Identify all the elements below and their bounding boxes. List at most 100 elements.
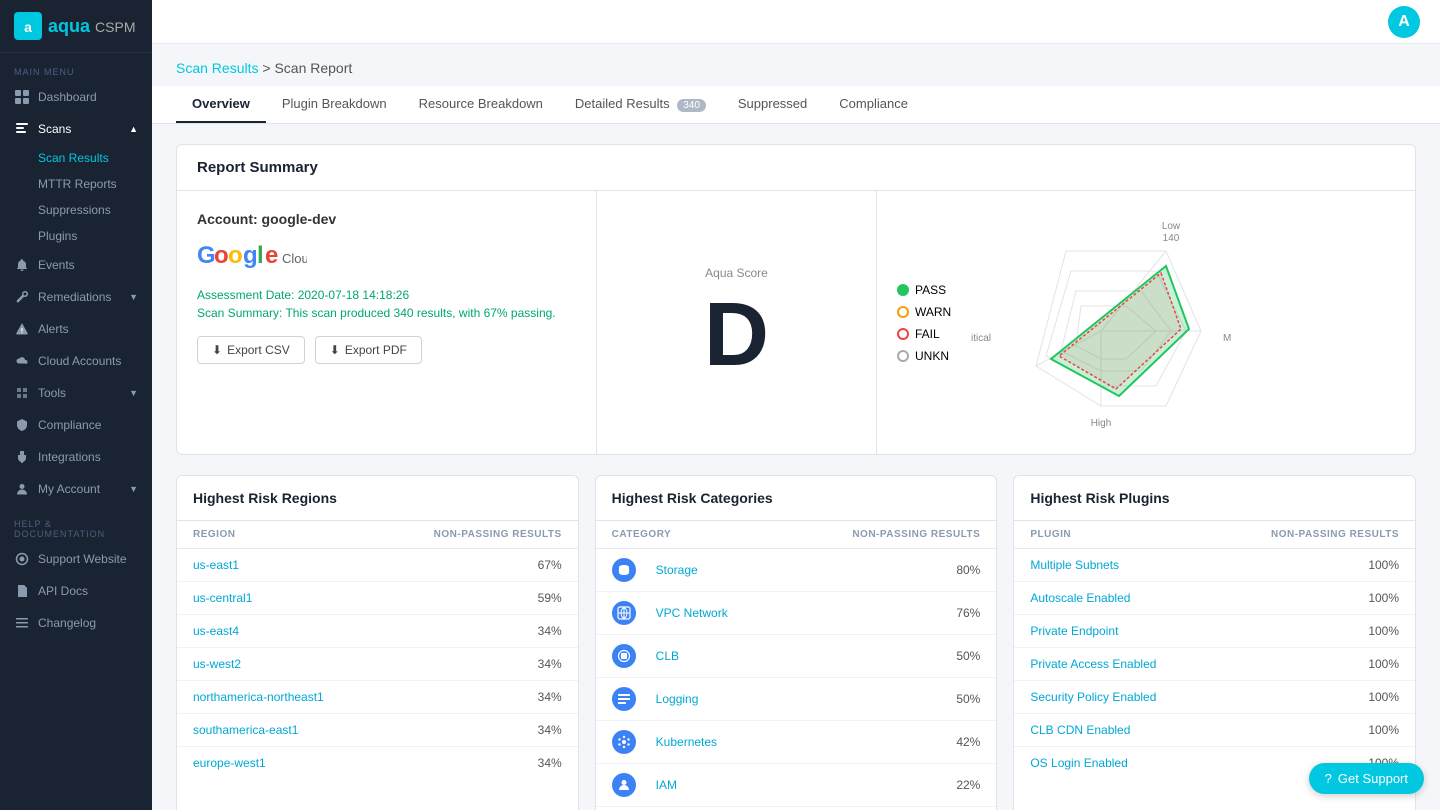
tab-detailed-results[interactable]: Detailed Results 340 — [559, 86, 722, 123]
sidebar-item-alerts[interactable]: Alerts — [0, 313, 152, 345]
region-name[interactable]: us-central1 — [177, 582, 379, 615]
regions-col-region: REGION — [177, 521, 379, 549]
sidebar-item-tools[interactable]: Tools ▼ — [0, 377, 152, 409]
breadcrumb-current: Scan Report — [274, 60, 352, 76]
sidebar-item-scans[interactable]: Scans ▲ — [0, 113, 152, 145]
sidebar-section-main: MAIN MENU Dashboard Scans ▲ Scan Results… — [0, 53, 152, 505]
tab-compliance[interactable]: Compliance — [823, 86, 924, 123]
sidebar-sub-plugins[interactable]: Plugins — [38, 223, 152, 249]
remediations-chevron-icon: ▼ — [129, 292, 138, 302]
plugin-value: 100% — [1213, 582, 1415, 615]
plugin-name[interactable]: Private Access Enabled — [1014, 648, 1213, 681]
svg-text:l: l — [257, 242, 264, 269]
export-csv-button[interactable]: ⬇ Export CSV — [197, 336, 305, 364]
sidebar-item-dashboard[interactable]: Dashboard — [0, 81, 152, 113]
sidebar-item-compliance-label: Compliance — [38, 418, 101, 432]
table-row: Security Policy Enabled100% — [1014, 681, 1415, 714]
plugin-name[interactable]: CLB CDN Enabled — [1014, 714, 1213, 747]
account-name: Account: google-dev — [197, 211, 576, 227]
export-buttons: ⬇ Export CSV ⬇ Export PDF — [197, 336, 576, 364]
sidebar-item-events[interactable]: Events — [0, 249, 152, 281]
breadcrumb-parent[interactable]: Scan Results — [176, 60, 258, 76]
plugin-value: 100% — [1213, 681, 1415, 714]
legend-pass-label: PASS — [915, 283, 946, 297]
category-icon-cell — [596, 635, 640, 678]
svg-text:Medium: Medium — [1223, 333, 1231, 344]
aqua-logo-icon: a — [14, 12, 42, 40]
sidebar-item-remediations[interactable]: Remediations ▼ — [0, 281, 152, 313]
sidebar-item-support[interactable]: Support Website — [0, 543, 152, 575]
sidebar-item-compliance[interactable]: Compliance — [0, 409, 152, 441]
region-name[interactable]: us-west2 — [177, 648, 379, 681]
export-pdf-button[interactable]: ⬇ Export PDF — [315, 336, 422, 364]
table-row: us-east167% — [177, 549, 578, 582]
sidebar-item-alerts-label: Alerts — [38, 322, 69, 336]
tab-plugin-breakdown[interactable]: Plugin Breakdown — [266, 86, 403, 123]
sidebar-item-my-account[interactable]: My Account ▼ — [0, 473, 152, 505]
sidebar-logo[interactable]: a aqua CSPM — [0, 0, 152, 53]
table-row: Storage 80% — [596, 549, 997, 592]
category-icon-cell — [596, 721, 640, 764]
highest-risk-regions-panel: Highest Risk Regions REGION NON-PASSING … — [176, 475, 579, 810]
category-name[interactable]: Compute — [640, 807, 781, 810]
plugin-name[interactable]: Security Policy Enabled — [1014, 681, 1213, 714]
sidebar-item-changelog[interactable]: Changelog — [0, 607, 152, 639]
sidebar-api-docs-label: API Docs — [38, 584, 88, 598]
sidebar-item-dashboard-label: Dashboard — [38, 90, 97, 104]
scans-chevron-icon: ▲ — [129, 124, 138, 134]
category-name[interactable]: Storage — [640, 549, 781, 592]
breadcrumb: Scan Results > Scan Report — [152, 44, 1440, 76]
sidebar-help-label: HELP & DOCUMENTATION — [0, 505, 152, 543]
category-name[interactable]: IAM — [640, 764, 781, 807]
sidebar-sub-scan-results[interactable]: Scan Results — [38, 145, 152, 171]
sidebar-item-cloud-accounts[interactable]: Cloud Accounts — [0, 345, 152, 377]
plugin-name[interactable]: OS Login Enabled — [1014, 747, 1213, 780]
table-row: CLB CDN Enabled100% — [1014, 714, 1415, 747]
get-support-button[interactable]: ? Get Support — [1309, 763, 1424, 794]
svg-text:G: G — [197, 242, 216, 269]
sidebar-support-label: Support Website — [38, 552, 127, 566]
report-summary-panel: Report Summary Account: google-dev G o o… — [176, 144, 1416, 455]
sidebar-item-integrations[interactable]: Integrations — [0, 441, 152, 473]
category-name[interactable]: Kubernetes — [640, 721, 781, 764]
wrench-icon — [14, 289, 30, 305]
category-name[interactable]: VPC Network — [640, 592, 781, 635]
plugins-col-plugin: PLUGIN — [1014, 521, 1213, 549]
sidebar-logo-text: aqua CSPM — [48, 16, 135, 37]
table-row: Multiple Subnets100% — [1014, 549, 1415, 582]
topbar: A — [152, 0, 1440, 44]
sidebar-sub-suppressions[interactable]: Suppressions — [38, 197, 152, 223]
table-row: CLB 50% — [596, 635, 997, 678]
sidebar-item-remediations-label: Remediations — [38, 290, 111, 304]
table-row: Kubernetes 42% — [596, 721, 997, 764]
report-right-section: PASS WARN FAIL — [877, 191, 1415, 454]
category-icon — [612, 730, 636, 754]
doc-icon — [14, 583, 30, 599]
plugin-name[interactable]: Private Endpoint — [1014, 615, 1213, 648]
sidebar-help-section: HELP & DOCUMENTATION Support Website API… — [0, 505, 152, 639]
tab-overview[interactable]: Overview — [176, 86, 266, 123]
sidebar-item-my-account-label: My Account — [38, 482, 100, 496]
user-avatar[interactable]: A — [1388, 6, 1420, 38]
tabs-bar: Overview Plugin Breakdown Resource Break… — [152, 86, 1440, 124]
cloud-icon — [14, 353, 30, 369]
table-row: Private Endpoint100% — [1014, 615, 1415, 648]
category-name[interactable]: CLB — [640, 635, 781, 678]
region-name[interactable]: us-east1 — [177, 549, 379, 582]
sidebar-sub-mttr[interactable]: MTTR Reports — [38, 171, 152, 197]
plugin-name[interactable]: Multiple Subnets — [1014, 549, 1213, 582]
report-left-section: Account: google-dev G o o g l e Cloud — [177, 191, 597, 454]
region-name[interactable]: europe-west1 — [177, 747, 379, 780]
category-name[interactable]: Logging — [640, 678, 781, 721]
region-name[interactable]: northamerica-northeast1 — [177, 681, 379, 714]
categories-col-category: CATEGORY — [596, 521, 781, 549]
tab-suppressed[interactable]: Suppressed — [722, 86, 823, 123]
table-row: VPC Network 76% — [596, 592, 997, 635]
my-account-chevron-icon: ▼ — [129, 484, 138, 494]
tab-resource-breakdown[interactable]: Resource Breakdown — [403, 86, 559, 123]
region-name[interactable]: us-east4 — [177, 615, 379, 648]
sidebar-item-api-docs[interactable]: API Docs — [0, 575, 152, 607]
region-name[interactable]: southamerica-east1 — [177, 714, 379, 747]
category-value: 22% — [780, 764, 996, 807]
plugin-name[interactable]: Autoscale Enabled — [1014, 582, 1213, 615]
